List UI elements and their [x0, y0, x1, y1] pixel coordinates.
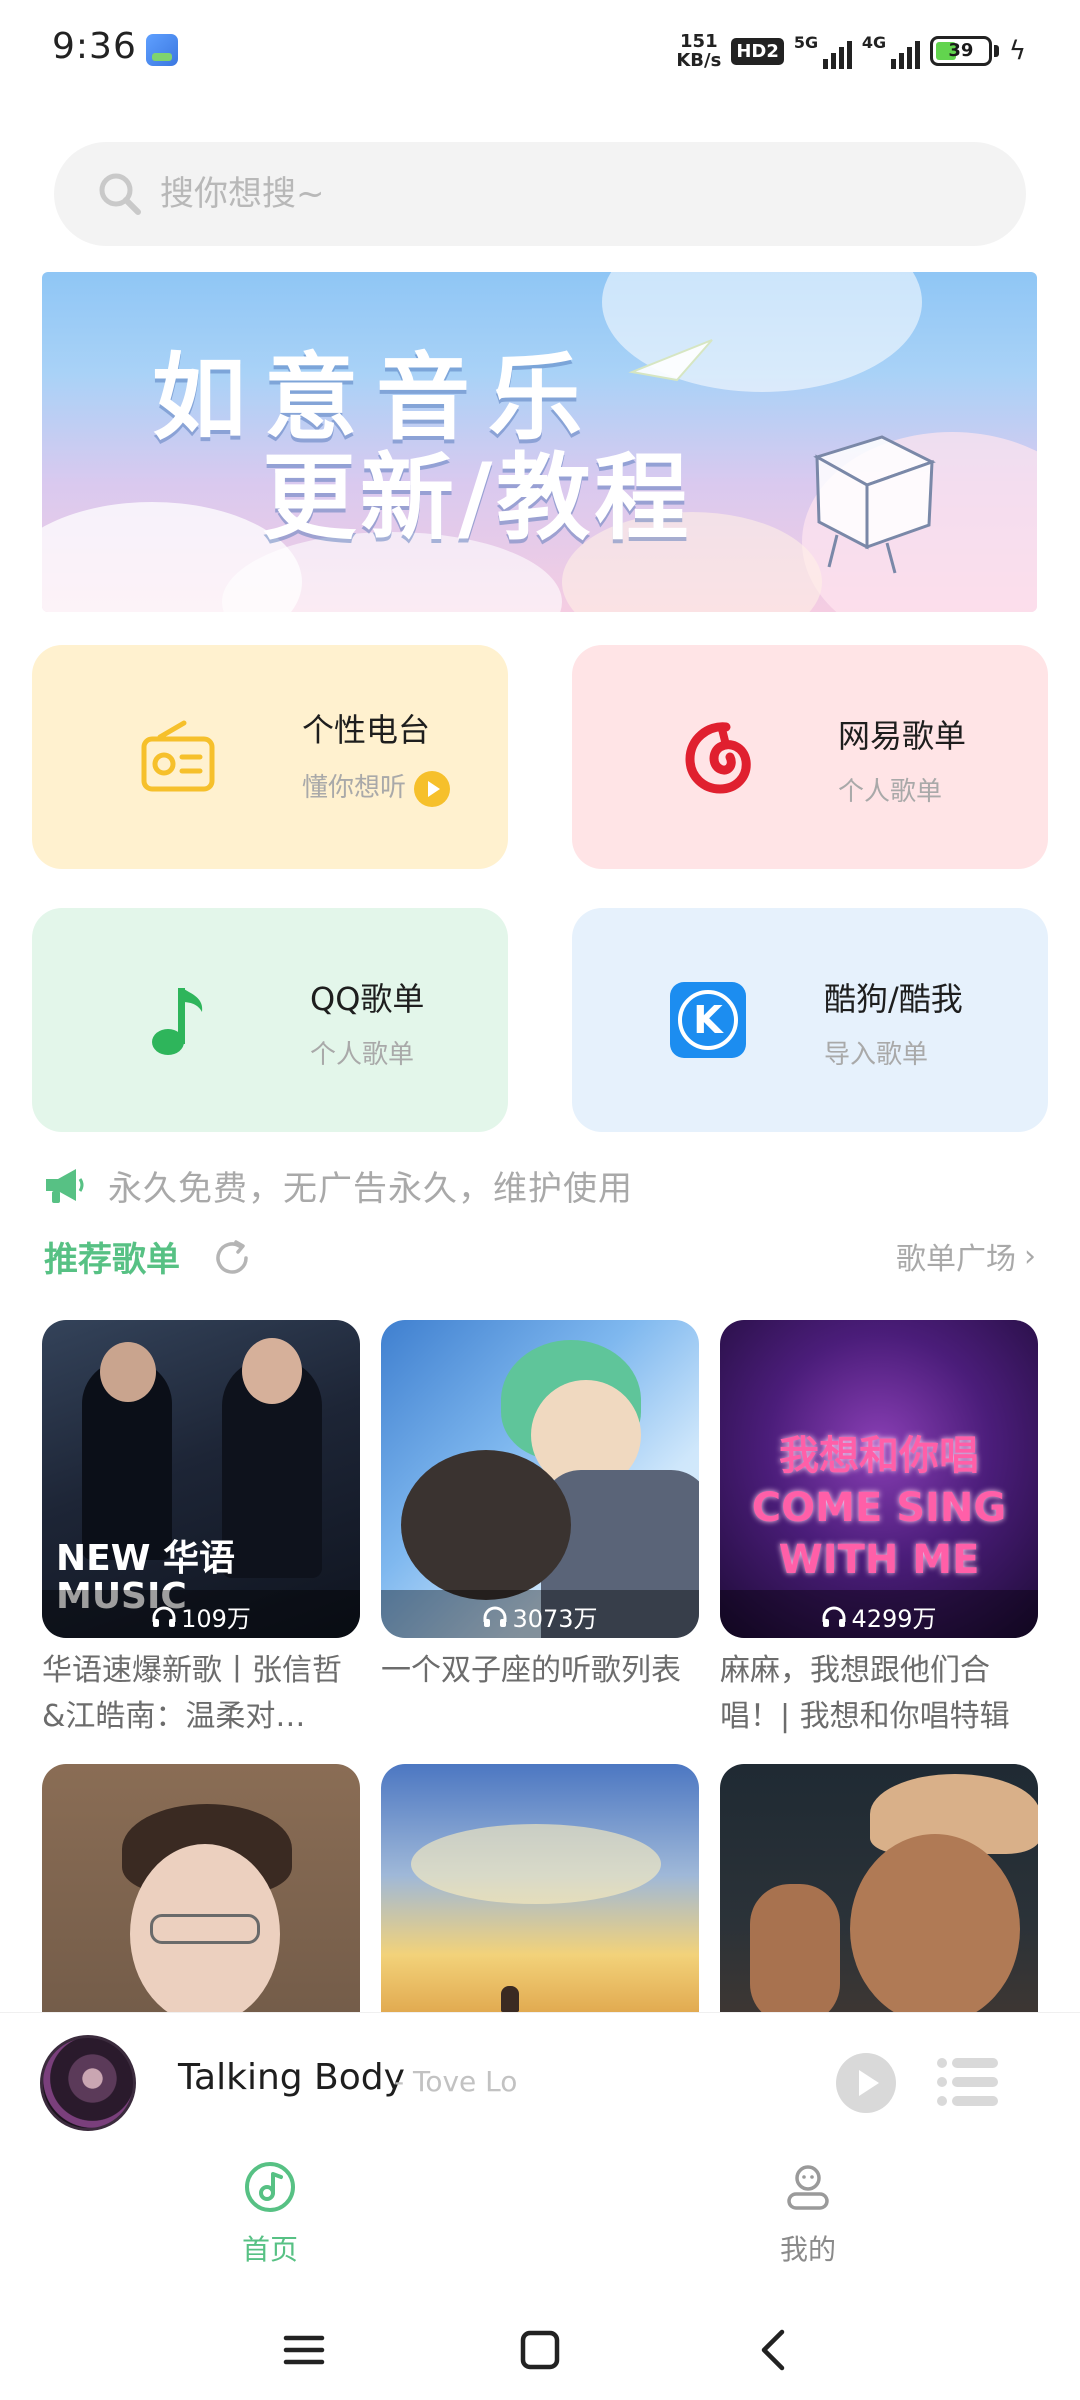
- megaphone-icon: [46, 1169, 84, 1203]
- playlist-cover: 我想和你唱 COME SING WITH ME 4299万: [720, 1320, 1038, 1638]
- section-title: 推荐歌单: [44, 1240, 180, 1280]
- system-navigation-bar: [0, 2300, 1080, 2400]
- notice-bar: 永久免费，无广告永久，维护使用: [42, 1160, 633, 1210]
- kugou-icon: K: [670, 982, 746, 1058]
- refresh-icon[interactable]: [212, 1238, 252, 1278]
- network-speed-value: 151: [680, 31, 718, 52]
- card-subtitle: 个人歌单: [310, 1040, 415, 1070]
- battery-icon: 39: [929, 36, 992, 66]
- user-icon: [787, 2165, 829, 2210]
- track-title: Talking Body: [178, 2057, 405, 2098]
- playlist-cover: [42, 1764, 360, 2012]
- album-cover[interactable]: [40, 2035, 136, 2131]
- network-speed-unit: KB/s: [676, 50, 722, 71]
- svg-text:K: K: [693, 998, 724, 1042]
- menu-icon[interactable]: [280, 2326, 328, 2374]
- headphones-icon: [483, 1606, 507, 1627]
- playlist-title: 麻麻，我想跟他们合唱！| 我想和你唱特辑: [720, 1653, 1010, 1734]
- status-indicators: 151 KB/s HD2 5G 4G 39 ϟ: [676, 28, 1026, 74]
- playlist-item[interactable]: [42, 1764, 360, 2012]
- playlist-item[interactable]: [720, 1764, 1038, 2012]
- signal-4g-label: 4G: [861, 33, 887, 52]
- headphones-icon: [152, 1606, 176, 1627]
- paper-plane-icon: [628, 339, 713, 382]
- hd-voice-icon: HD2: [731, 37, 784, 65]
- battery-level: 39: [948, 40, 974, 61]
- playlist-item[interactable]: 我想和你唱 COME SING WITH ME 4299万 麻麻，我想跟他们合唱…: [720, 1320, 1038, 1740]
- notice-text: 永久免费，无广告永久，维护使用: [108, 1168, 633, 1209]
- play-circle-icon: [414, 770, 451, 807]
- track-artist: - Tove Lo: [394, 2065, 518, 2098]
- signal-4g-icon: 4G: [862, 33, 920, 69]
- card-title: QQ歌单: [310, 980, 425, 1018]
- signal-5g-label: 5G: [793, 33, 819, 52]
- back-icon[interactable]: [750, 2326, 798, 2374]
- cover-badge: 我想和你唱 COME SING WITH ME: [751, 1433, 1007, 1583]
- play-count: 109万: [181, 1605, 251, 1633]
- card-subtitle: 个人歌单: [838, 777, 943, 807]
- card-subtitle: 导入歌单: [824, 1040, 929, 1070]
- playlist-item[interactable]: NEW 华语 MUSIC 109万 华语速爆新歌丨张信哲&江皓南：温柔对…: [42, 1320, 360, 1740]
- playlist-square-link[interactable]: 歌单广场 ›: [896, 1234, 1036, 1278]
- tab-label: 首页: [241, 2233, 298, 2266]
- playlist-item[interactable]: [381, 1764, 699, 2012]
- search-input[interactable]: [160, 174, 980, 214]
- music-disc-icon: [245, 2162, 295, 2212]
- card-kugou-kuwo[interactable]: K 酷狗/酷我 导入歌单: [572, 908, 1048, 1132]
- chevron-right-icon: ›: [1024, 1238, 1036, 1274]
- card-title: 酷狗/酷我: [824, 980, 963, 1018]
- qq-music-icon: [152, 988, 203, 1055]
- headphones-icon: [822, 1606, 846, 1627]
- playlist-cover: [720, 1764, 1038, 2012]
- radio-icon: [141, 720, 215, 792]
- charging-icon: ϟ: [1008, 36, 1026, 66]
- netease-icon: [685, 722, 751, 794]
- search-bar[interactable]: [54, 142, 1026, 246]
- card-subtitle: 懂你想听: [302, 773, 407, 803]
- cube-doodle-icon: [813, 435, 936, 574]
- card-personal-radio[interactable]: 个性电台 懂你想听: [32, 645, 508, 869]
- app-notification-icon: [146, 34, 178, 66]
- card-title: 个性电台: [302, 711, 431, 749]
- card-qq-playlist[interactable]: QQ歌单 个人歌单: [32, 908, 508, 1132]
- tab-label: 我的: [779, 2233, 836, 2266]
- tab-mine[interactable]: 我的: [708, 2160, 908, 2280]
- playlist-cover: 3073万: [381, 1320, 699, 1638]
- status-bar: 9:36 151 KB/s HD2 5G 4G 39 ϟ: [0, 0, 1080, 100]
- playlist-title: 一个双子座的听歌列表: [381, 1653, 681, 1688]
- home-square-icon[interactable]: [516, 2326, 564, 2374]
- search-icon: [99, 173, 141, 215]
- tab-home[interactable]: 首页: [170, 2160, 370, 2280]
- battery-tip: [993, 45, 999, 57]
- network-speed: 151 KB/s: [676, 32, 721, 70]
- playlist-title: 华语速爆新歌丨张信哲&江皓南：温柔对…: [42, 1653, 342, 1734]
- banner-subtitle: 更新/教程: [262, 444, 693, 553]
- playlist-cover: [381, 1764, 699, 2012]
- playlist-square-label: 歌单广场: [896, 1242, 1016, 1277]
- status-time: 9:36: [52, 26, 137, 67]
- mini-player[interactable]: Talking Body - Tove Lo: [0, 2012, 1080, 2152]
- card-netease-playlist[interactable]: 网易歌单 个人歌单: [572, 645, 1048, 869]
- play-button[interactable]: [836, 2053, 896, 2113]
- play-count: 4299万: [851, 1605, 937, 1633]
- signal-5g-icon: 5G: [794, 33, 852, 69]
- playlist-cover: NEW 华语 MUSIC 109万: [42, 1320, 360, 1638]
- banner[interactable]: 如意音乐 更新/教程: [42, 272, 1037, 612]
- playlist-queue-icon[interactable]: [936, 2055, 1000, 2109]
- playlist-item[interactable]: 3073万 一个双子座的听歌列表: [381, 1320, 699, 1740]
- card-title: 网易歌单: [838, 717, 967, 755]
- play-count: 3073万: [512, 1605, 598, 1633]
